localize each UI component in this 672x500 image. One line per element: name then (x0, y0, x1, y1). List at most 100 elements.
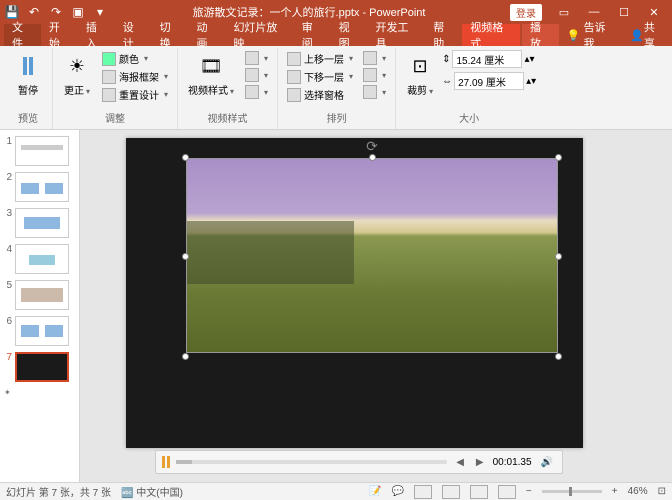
normal-view-button[interactable] (414, 485, 432, 499)
tell-me[interactable]: 💡告诉我 (559, 24, 622, 46)
video-playbar: ◀ ▶ 00:01.35 🔊 (155, 450, 563, 474)
undo-icon[interactable]: ↶ (26, 4, 42, 20)
tab-video-format[interactable]: 视频格式 (462, 24, 520, 46)
selection-pane-button[interactable]: 选择窗格 (284, 86, 356, 103)
group-arrange-label: 排列 (327, 110, 347, 127)
ribbon: 暂停 预览 ☀ 更正 颜色 海报框架 重置设计 调整 🎞 视频样式 (0, 46, 672, 130)
border-button[interactable] (242, 67, 271, 83)
resize-handle[interactable] (555, 154, 562, 161)
zoom-in-button[interactable]: + (612, 486, 618, 497)
language-indicator[interactable]: 🔤 中文(中国) (121, 484, 183, 499)
reset-icon (102, 88, 116, 102)
poster-frame-button[interactable]: 海报框架 (99, 68, 171, 85)
thumbnail-3[interactable] (15, 208, 69, 238)
tab-home[interactable]: 开始 (41, 24, 78, 46)
resize-handle[interactable] (555, 253, 562, 260)
tab-developer[interactable]: 开发工具 (368, 24, 426, 46)
shape-button[interactable] (242, 50, 271, 66)
width-input[interactable]: 27.09 厘米 (454, 72, 524, 90)
slideshow-view-button[interactable] (498, 485, 516, 499)
tab-transitions[interactable]: 切换 (152, 24, 189, 46)
rotate-button[interactable] (360, 84, 389, 100)
login-button[interactable]: 登录 (510, 4, 542, 21)
brightness-icon: ☀ (63, 52, 91, 80)
video-styles-button[interactable]: 🎞 视频样式 (184, 50, 238, 99)
resize-handle[interactable] (182, 154, 189, 161)
sorter-view-button[interactable] (442, 485, 460, 499)
playbar-pause-button[interactable] (162, 456, 170, 468)
comments-button[interactable]: 💬 (391, 486, 403, 497)
reading-view-button[interactable] (470, 485, 488, 499)
crop-button[interactable]: ⊡ 裁剪 (402, 50, 438, 99)
redo-icon[interactable]: ↷ (48, 4, 64, 20)
volume-button[interactable]: 🔊 (538, 457, 556, 468)
corrections-button[interactable]: ☀ 更正 (59, 50, 95, 99)
save-icon[interactable]: 💾 (4, 4, 20, 20)
share-button[interactable]: 👤 共享 (622, 24, 672, 46)
zoom-slider[interactable] (542, 490, 602, 493)
selected-video[interactable]: ⟳ (186, 158, 558, 408)
tab-help[interactable]: 帮助 (425, 24, 462, 46)
thumbnail-5[interactable] (15, 280, 69, 310)
spinner-icon[interactable]: ▴▾ (524, 54, 534, 65)
reset-design-button[interactable]: 重置设计 (99, 86, 171, 103)
group-objects-button[interactable] (360, 67, 389, 83)
group-arrange: 上移一层 下移一层 选择窗格 排列 (278, 48, 396, 129)
playbar-track[interactable] (176, 460, 447, 464)
pause-label: 暂停 (18, 82, 38, 97)
group-preview-label: 预览 (18, 110, 38, 127)
tab-animations[interactable]: 动画 (189, 24, 226, 46)
group-adjust: ☀ 更正 颜色 海报框架 重置设计 调整 (53, 48, 178, 129)
height-icon: ⇕ (442, 54, 450, 65)
bulb-icon: 💡 (567, 29, 581, 42)
tab-play[interactable]: 播放 (522, 24, 559, 46)
color-label: 颜色 (119, 51, 139, 66)
notes-button[interactable]: 📝 (369, 486, 381, 497)
color-button[interactable]: 颜色 (99, 50, 171, 67)
spinner-icon[interactable]: ▴▾ (526, 76, 536, 87)
thumb-num-6: 6 (2, 316, 12, 327)
ribbon-tabs: 文件 开始 插入 设计 切换 动画 幻灯片放映 审阅 视图 开发工具 帮助 视频… (0, 24, 672, 46)
qat-more-icon[interactable]: ▾ (92, 4, 108, 20)
align-icon (363, 51, 377, 65)
slide-canvas[interactable]: ⟳ ◀ ▶ 00:01.35 🔊 (80, 130, 672, 482)
resize-handle[interactable] (182, 253, 189, 260)
tab-review[interactable]: 审阅 (294, 24, 331, 46)
rotate-handle-icon[interactable]: ⟳ (366, 138, 378, 155)
align-button[interactable] (360, 50, 389, 66)
prev-frame-button[interactable]: ◀ (453, 457, 467, 468)
next-frame-button[interactable]: ▶ (473, 457, 487, 468)
poster-icon (102, 70, 116, 84)
height-input[interactable]: 15.24 厘米 (452, 50, 522, 68)
tab-design[interactable]: 设计 (115, 24, 152, 46)
playbar-time: 00:01.35 (493, 457, 532, 468)
zoom-level[interactable]: 46% (628, 486, 648, 497)
tab-slideshow[interactable]: 幻灯片放映 (225, 24, 293, 46)
tab-file[interactable]: 文件 (4, 24, 41, 46)
fit-window-button[interactable]: ⊡ (658, 486, 666, 497)
slide-count: 幻灯片 第 7 张，共 7 张 (6, 484, 111, 499)
pause-icon (23, 57, 33, 75)
maximize-icon[interactable]: ☐ (610, 0, 638, 24)
send-backward-button[interactable]: 下移一层 (284, 68, 356, 85)
effects-button[interactable] (242, 84, 271, 100)
rotate-icon (363, 85, 377, 99)
thumbnail-4[interactable] (15, 244, 69, 274)
resize-handle[interactable] (182, 353, 189, 360)
pause-button[interactable]: 暂停 (10, 50, 46, 99)
bring-forward-button[interactable]: 上移一层 (284, 50, 356, 67)
tab-insert[interactable]: 插入 (78, 24, 115, 46)
color-icon (102, 52, 116, 66)
zoom-out-button[interactable]: − (526, 486, 532, 497)
resize-handle[interactable] (555, 353, 562, 360)
ribbon-options-icon[interactable]: ▭ (550, 0, 578, 24)
tab-view[interactable]: 视图 (331, 24, 368, 46)
thumbnail-1[interactable] (15, 136, 69, 166)
thumbnail-7[interactable] (15, 352, 69, 382)
thumbnail-2[interactable] (15, 172, 69, 202)
language-label: 中文(中国) (136, 488, 183, 499)
width-icon: ⇔ (442, 76, 452, 87)
thumbnail-6[interactable] (15, 316, 69, 346)
slideshow-icon[interactable]: ▣ (70, 4, 86, 20)
resize-handle[interactable] (369, 154, 376, 161)
